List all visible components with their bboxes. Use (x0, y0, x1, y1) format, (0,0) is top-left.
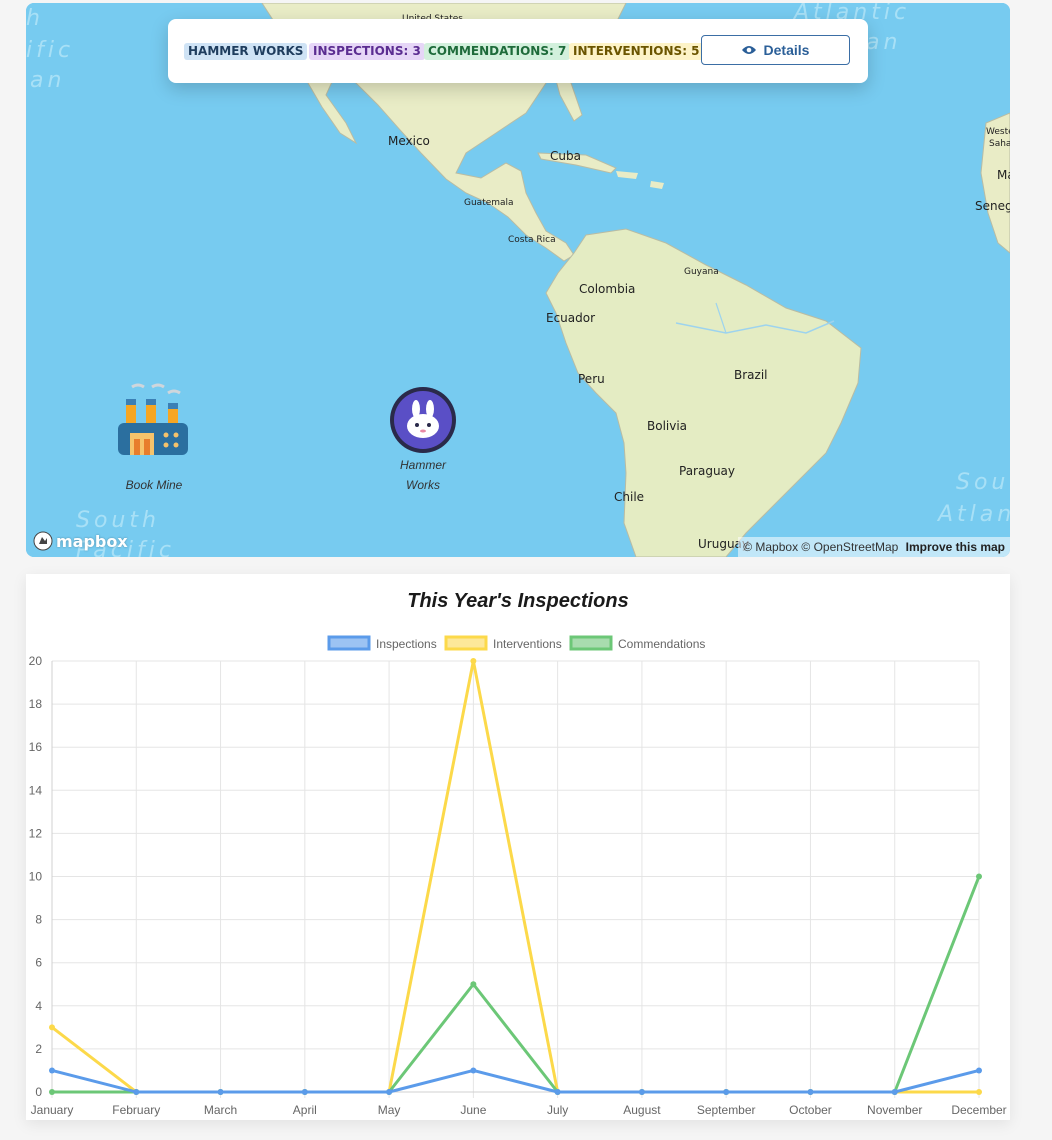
country-label: Mexico (388, 134, 430, 148)
data-point (217, 1089, 224, 1095)
map-attribution: © Mapbox © OpenStreetMap Improve this ma… (738, 537, 1010, 557)
marker-label: Book Mine (125, 478, 183, 492)
data-point (49, 1089, 55, 1095)
x-tick-label: January (31, 1103, 74, 1117)
site-badge: HAMMER WORKS (184, 43, 308, 60)
ocean-label: an (30, 68, 65, 93)
data-point (554, 1089, 561, 1095)
chart-title: This Year's Inspections (407, 590, 629, 612)
data-point (470, 1067, 477, 1074)
country-label: Cuba (550, 149, 581, 163)
x-tick-label: May (378, 1103, 401, 1117)
inspections-badge: INSPECTIONS: 3 (309, 43, 425, 60)
data-point (470, 981, 477, 988)
site-info-panel: HAMMER WORKS INSPECTIONS: 3 COMMENDATION… (168, 19, 868, 83)
inspections-chart: 0 2 4 6 8 10 12 14 16 18 20 January February March Apr… (29, 635, 1007, 1117)
x-tick-label: November (867, 1103, 922, 1117)
mapbox-logo-text: mapbox (56, 531, 128, 551)
inspections-chart-card: This Year's Inspections 0 2 4 6 8 10 12 14 16 18 2… (26, 574, 1010, 1120)
data-point (976, 873, 982, 880)
legend-swatch (327, 635, 371, 651)
data-point (891, 1089, 898, 1095)
x-tick-label: July (547, 1103, 568, 1117)
details-button[interactable]: Details (701, 35, 850, 65)
x-tick-label: February (112, 1103, 160, 1117)
country-label: Costa Rica (508, 235, 556, 245)
country-label: Ecuador (546, 311, 595, 325)
ocean-label: an (866, 30, 901, 55)
data-point (723, 1089, 730, 1095)
data-point (386, 1089, 393, 1095)
country-label: Paraguay (679, 464, 735, 478)
data-point (301, 1089, 308, 1095)
x-tick-label: April (293, 1103, 317, 1117)
y-tick-label: 18 (29, 697, 43, 711)
y-tick-label: 6 (35, 956, 42, 970)
ocean-label: Atlan (936, 502, 1010, 527)
legend-swatch (569, 635, 613, 651)
legend-label: Inspections (376, 637, 437, 651)
ocean-label: ific (26, 38, 74, 63)
y-tick-label: 10 (29, 870, 43, 884)
data-point (49, 1067, 55, 1074)
x-tick-label: October (789, 1103, 832, 1117)
details-button-label: Details (763, 42, 810, 58)
legend-swatch (444, 635, 488, 651)
x-tick-label: March (204, 1103, 237, 1117)
data-point (638, 1089, 645, 1095)
series-line-inspections (51, 1068, 980, 1094)
country-label: Bolivia (647, 419, 687, 433)
country-label: Peru (578, 372, 605, 386)
y-tick-label: 4 (35, 999, 42, 1013)
country-label: Chile (614, 490, 644, 504)
x-tick-label: August (623, 1103, 661, 1117)
ocean-label: Sou (956, 470, 1009, 495)
improve-map-link[interactable]: Improve this map (906, 540, 1005, 554)
y-tick-label: 2 (35, 1042, 42, 1056)
marker-label-line: Works (406, 478, 440, 492)
country-label: Guatemala (464, 198, 514, 208)
ocean-label: South (76, 508, 160, 533)
bunny-icon[interactable] (390, 387, 456, 453)
mapbox-logo[interactable]: mapbox (33, 531, 128, 551)
map[interactable]: Atlantic an h ific an South Pacific Sou … (26, 3, 1010, 557)
commendations-badge: COMMENDATIONS: 7 (424, 43, 571, 60)
y-tick-label: 14 (29, 783, 43, 797)
x-tick-label: September (697, 1103, 756, 1117)
marker-label-line: Hammer (399, 458, 446, 472)
data-point (807, 1089, 814, 1095)
eye-icon (741, 46, 756, 54)
legend-label: Interventions (493, 637, 562, 651)
map-canvas[interactable]: Atlantic an h ific an South Pacific Sou … (26, 3, 1010, 557)
country-label: Ma (997, 168, 1010, 182)
country-label: Brazil (734, 368, 768, 382)
country-label: Weste (986, 127, 1010, 137)
y-tick-label: 20 (29, 654, 43, 668)
interventions-badge: INTERVENTIONS: 5 (569, 43, 704, 60)
y-tick-label: 16 (29, 740, 43, 754)
ocean-label: h (26, 6, 44, 31)
data-point (470, 658, 477, 664)
series-line-commendations (52, 875, 981, 1094)
y-tick-label: 0 (35, 1085, 42, 1099)
data-point (976, 1089, 982, 1095)
x-tick-label: December (951, 1103, 1006, 1117)
country-label: Guyana (684, 267, 719, 277)
data-point (133, 1089, 140, 1095)
attribution-text[interactable]: © Mapbox © OpenStreetMap (743, 540, 898, 554)
marker-label: Hammer Works (373, 455, 473, 495)
country-label: Saha (989, 139, 1010, 149)
x-tick-label: June (460, 1103, 486, 1117)
country-label: Seneg (975, 199, 1010, 213)
y-tick-label: 8 (35, 913, 42, 927)
y-tick-label: 12 (29, 826, 43, 840)
legend-label: Commendations (618, 637, 705, 651)
mapbox-icon (33, 531, 53, 551)
data-point (976, 1067, 982, 1074)
country-label: Colombia (579, 282, 635, 296)
data-point (49, 1024, 55, 1031)
